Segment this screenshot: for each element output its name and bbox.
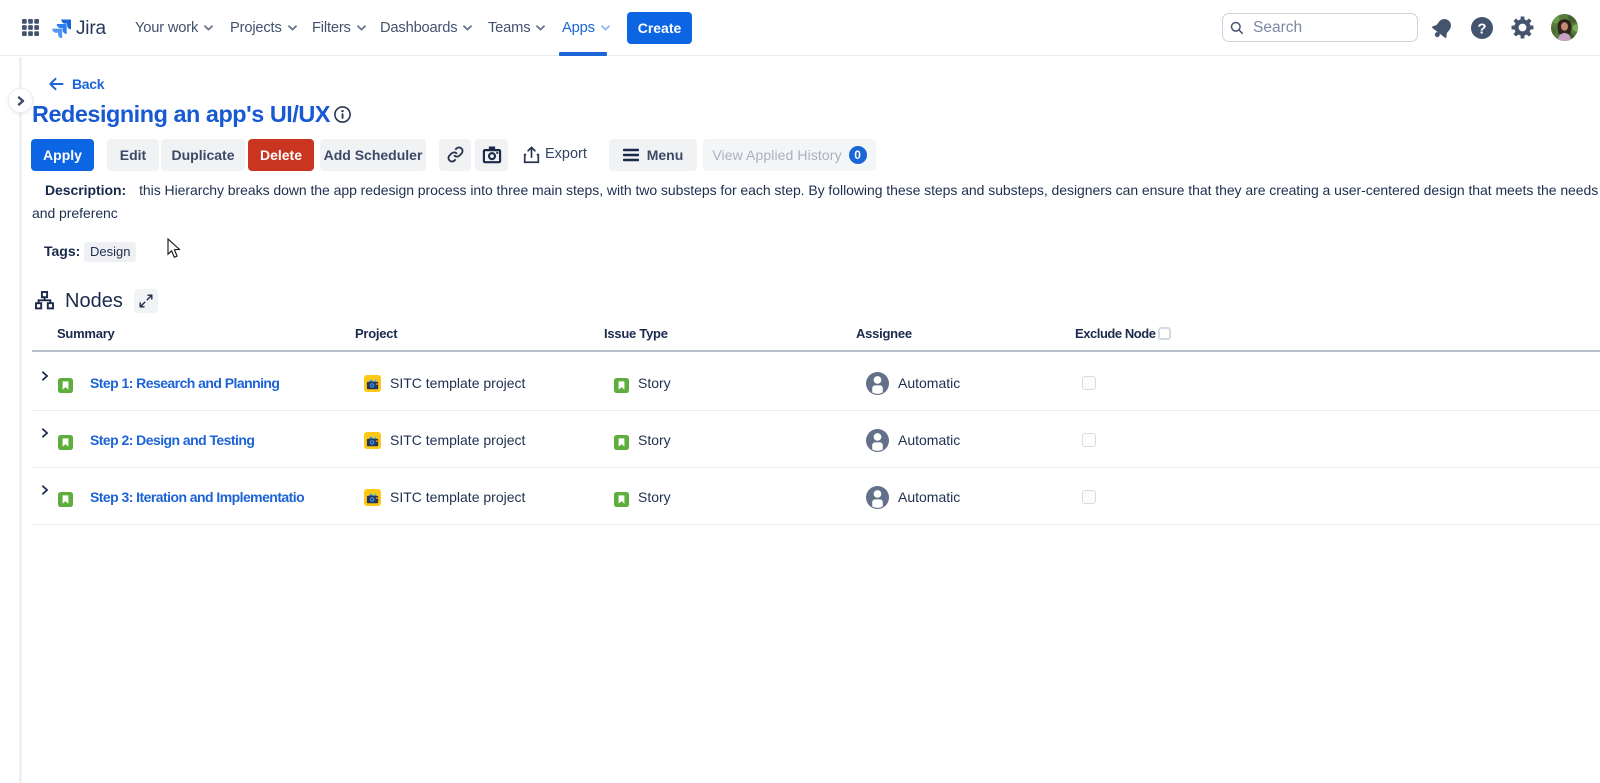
svg-text:?: ? (1477, 21, 1486, 38)
